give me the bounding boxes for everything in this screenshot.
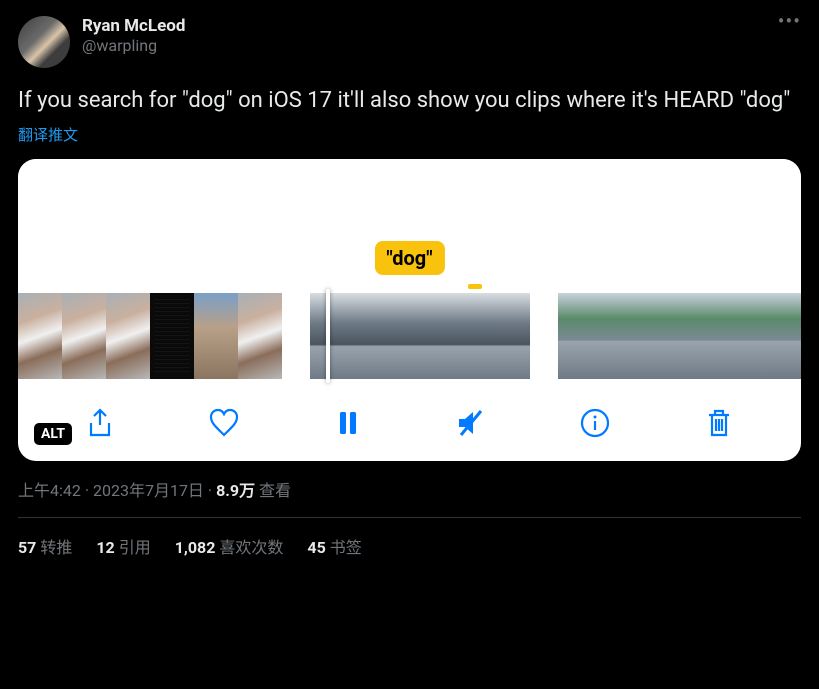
share-icon: [84, 407, 116, 439]
clip-segment-3[interactable]: [558, 293, 801, 379]
avatar[interactable]: [18, 16, 70, 68]
likes-stat[interactable]: 1,082喜欢次数: [175, 534, 284, 558]
tweet-date[interactable]: 2023年7月17日: [93, 481, 204, 500]
views-label: 查看: [255, 481, 291, 500]
chip-marker: [468, 284, 482, 289]
tweet-time[interactable]: 上午4:42: [18, 481, 81, 500]
pause-button[interactable]: [326, 401, 370, 445]
trash-icon: [703, 407, 735, 439]
info-icon: [579, 407, 611, 439]
video-frame: [734, 293, 778, 379]
user-names: Ryan McLeod @warpling: [82, 16, 185, 55]
video-frame: [310, 293, 354, 379]
divider: [18, 517, 801, 518]
playhead[interactable]: [326, 289, 330, 383]
heart-icon: [208, 407, 240, 439]
info-button[interactable]: [573, 401, 617, 445]
video-frame: [690, 293, 734, 379]
alt-badge[interactable]: ALT: [34, 423, 72, 445]
like-button[interactable]: [202, 401, 246, 445]
clip-segment-1[interactable]: [18, 293, 282, 379]
video-frame: [602, 293, 646, 379]
media-card[interactable]: "dog": [18, 159, 801, 461]
video-frame: [398, 293, 442, 379]
tweet-meta: 上午4:42 · 2023年7月17日 · 8.9万 查看: [18, 477, 801, 501]
video-frame: [558, 293, 602, 379]
delete-button[interactable]: [697, 401, 741, 445]
more-options-icon[interactable]: •••: [778, 16, 801, 26]
user-block[interactable]: Ryan McLeod @warpling: [18, 16, 185, 68]
mute-button[interactable]: [449, 401, 493, 445]
media-toolbar: [18, 389, 801, 449]
pause-icon: [332, 407, 364, 439]
clip-segment-2[interactable]: [310, 293, 530, 379]
retweets-stat[interactable]: 57转推: [18, 534, 72, 558]
quotes-stat[interactable]: 12引用: [96, 534, 150, 558]
tweet-container: Ryan McLeod @warpling ••• If you search …: [0, 0, 819, 574]
search-term-chip: "dog": [374, 241, 444, 275]
display-name[interactable]: Ryan McLeod: [82, 16, 185, 36]
video-frame: [354, 293, 398, 379]
video-frame: [150, 293, 194, 379]
views-count: 8.9万: [216, 481, 255, 500]
video-frame: [442, 293, 486, 379]
translate-link[interactable]: 翻译推文: [18, 124, 78, 145]
stats-row: 57转推 12引用 1,082喜欢次数 45书签: [18, 534, 801, 558]
video-frame: [646, 293, 690, 379]
video-frame: [62, 293, 106, 379]
video-frame: [18, 293, 62, 379]
video-frame: [106, 293, 150, 379]
video-frame: [194, 293, 238, 379]
tweet-text: If you search for "dog" on iOS 17 it'll …: [18, 86, 801, 116]
bookmarks-stat[interactable]: 45书签: [307, 534, 361, 558]
video-frame: [486, 293, 530, 379]
media-whitespace: [18, 159, 801, 245]
video-frame: [238, 293, 282, 379]
share-button[interactable]: [78, 401, 122, 445]
video-frame: [778, 293, 801, 379]
user-handle[interactable]: @warpling: [82, 36, 185, 55]
tweet-header: Ryan McLeod @warpling •••: [18, 16, 801, 68]
mute-icon: [455, 407, 487, 439]
